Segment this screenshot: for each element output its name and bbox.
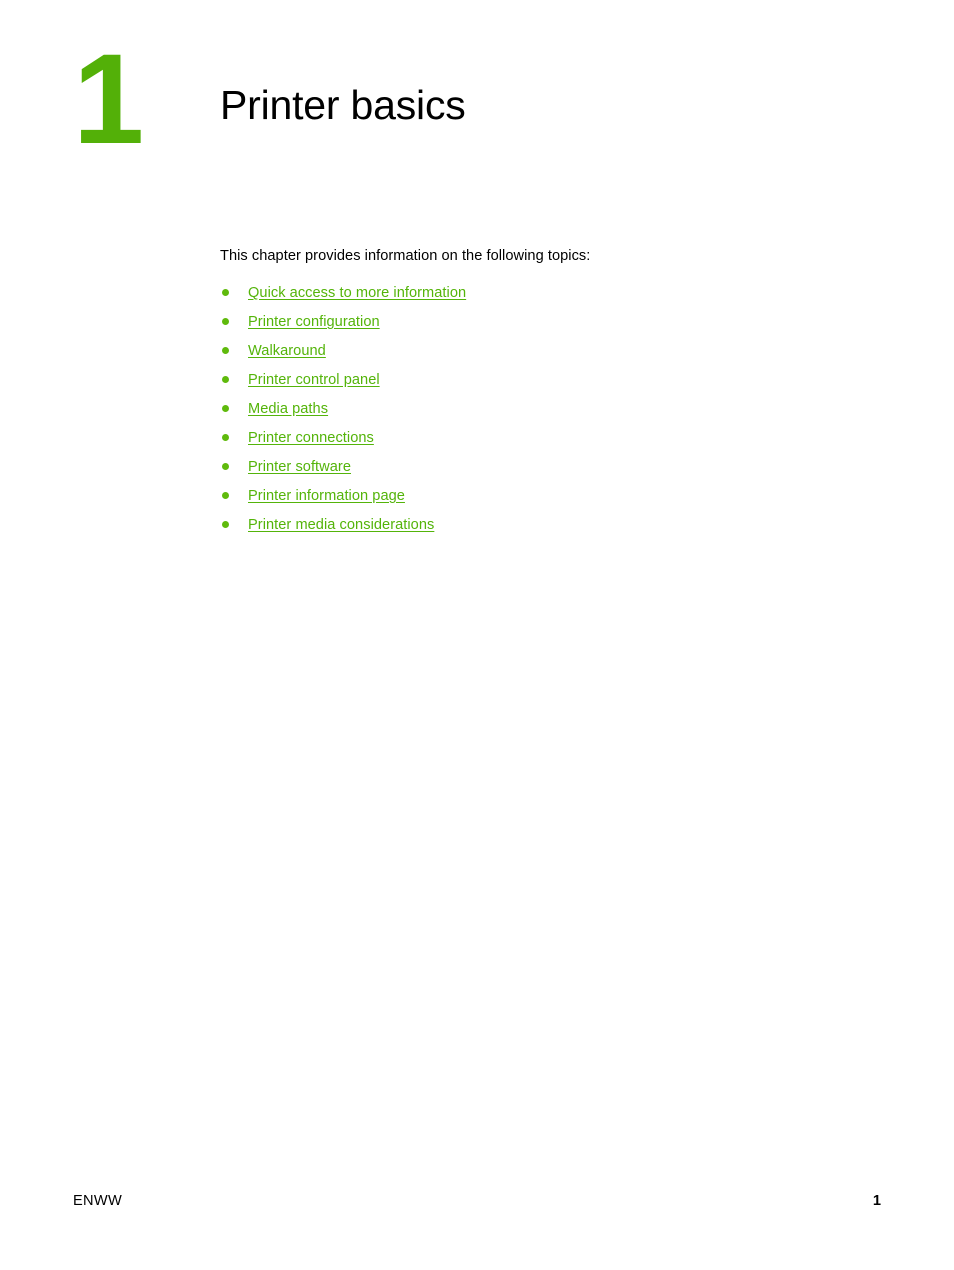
topic-link[interactable]: Quick access to more information bbox=[248, 285, 466, 301]
list-item: Printer information page bbox=[220, 481, 890, 510]
bullet-icon bbox=[222, 492, 229, 499]
list-item: Printer media considerations bbox=[220, 510, 890, 539]
list-item: Printer configuration bbox=[220, 307, 890, 336]
bullet-icon bbox=[222, 463, 229, 470]
page-number: 1 bbox=[872, 1193, 881, 1209]
bullet-icon bbox=[222, 376, 229, 383]
topic-link[interactable]: Printer software bbox=[248, 459, 351, 475]
topic-link[interactable]: Printer control panel bbox=[248, 372, 380, 388]
page-title: Printer basics bbox=[220, 82, 466, 129]
topic-link[interactable]: Media paths bbox=[248, 401, 328, 417]
footer-locale-label: ENWW bbox=[73, 1193, 123, 1209]
list-item: Quick access to more information bbox=[220, 278, 890, 307]
bullet-icon bbox=[222, 405, 229, 412]
list-item: Walkaround bbox=[220, 336, 890, 365]
bullet-icon bbox=[222, 347, 229, 354]
bullet-icon bbox=[222, 434, 229, 441]
topic-link[interactable]: Printer connections bbox=[248, 430, 374, 446]
topic-link[interactable]: Printer information page bbox=[248, 488, 405, 504]
list-item: Printer control panel bbox=[220, 365, 890, 394]
list-item: Printer connections bbox=[220, 423, 890, 452]
list-item: Printer software bbox=[220, 452, 890, 481]
topic-link[interactable]: Walkaround bbox=[248, 343, 326, 359]
topic-link[interactable]: Printer configuration bbox=[248, 314, 380, 330]
intro-paragraph: This chapter provides information on the… bbox=[220, 248, 591, 264]
chapter-content: This chapter provides information on the… bbox=[220, 247, 890, 539]
bullet-icon bbox=[222, 521, 229, 528]
list-item: Media paths bbox=[220, 394, 890, 423]
topic-link[interactable]: Printer media considerations bbox=[248, 517, 434, 533]
bullet-icon bbox=[222, 318, 229, 325]
topic-list: Quick access to more information Printer… bbox=[220, 278, 890, 539]
page-footer: ENWW 1 bbox=[0, 1190, 954, 1220]
bullet-icon bbox=[222, 289, 229, 296]
chapter-header: 1 Printer basics bbox=[0, 0, 954, 200]
document-page: 1 Printer basics This chapter provides i… bbox=[0, 0, 954, 1270]
chapter-number: 1 bbox=[73, 28, 144, 171]
